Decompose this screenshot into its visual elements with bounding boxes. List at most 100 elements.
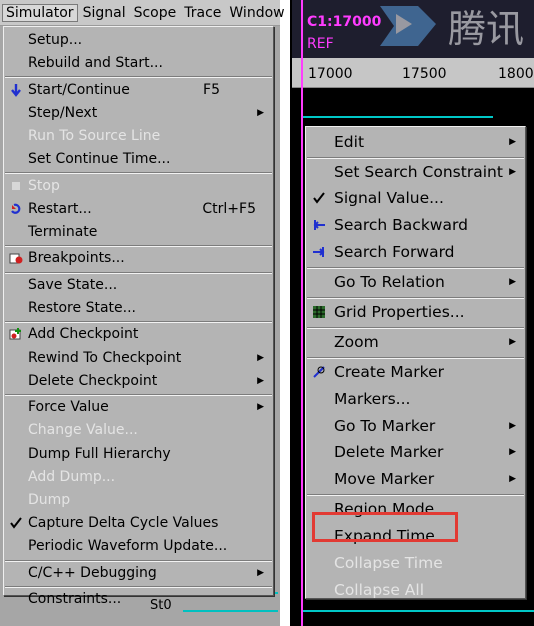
simulator-menu: Setup... Rebuild and Start... Start/Contin… [3, 26, 274, 607]
grid-icon [311, 304, 327, 320]
menu-item-label: Move Marker [334, 470, 435, 489]
menu-item-label: Go To Marker [334, 416, 436, 435]
menu-item-periodic-waveform-update[interactable]: Periodic Waveform Update... [4, 535, 273, 557]
submenu-arrow-icon: ▶ [257, 107, 264, 118]
menu-item-add-checkpoint[interactable]: Add Checkpoint [4, 323, 273, 345]
menu-item-restart[interactable]: Restart... Ctrl+F5 [4, 198, 273, 220]
menu-item-delete-marker[interactable]: Delete Marker ▶ [306, 440, 525, 465]
menu-item-dump-full-hierarchy[interactable]: Dump Full Hierarchy [4, 443, 273, 465]
search-forward-icon [311, 244, 327, 260]
menubar-trace[interactable]: Trace [181, 5, 224, 21]
menu-item-rewind-to-checkpoint[interactable]: Rewind To Checkpoint ▶ [4, 347, 273, 369]
submenu-arrow-icon: ▶ [509, 420, 516, 431]
menu-item-breakpoints[interactable]: Breakpoints... [4, 247, 273, 269]
submenu-arrow-icon: ▶ [509, 166, 516, 177]
cursor-label: C1:17000 [307, 14, 382, 30]
menu-item-go-to-marker[interactable]: Go To Marker ▶ [306, 413, 525, 438]
menu-item-delete-checkpoint[interactable]: Delete Checkpoint ▶ [4, 370, 273, 392]
ruler-tick: 17500 [402, 66, 447, 82]
menu-item-label: Restart... [28, 200, 92, 217]
menu-item-label: Periodic Waveform Update... [28, 538, 228, 555]
menu-item-label: Collapse Time [334, 553, 443, 572]
menu-item-label: Setup... [28, 32, 83, 48]
menu-item-label: Constraints... [28, 591, 122, 608]
submenu-arrow-icon: ▶ [509, 136, 516, 147]
menu-item-label: Search Backward [334, 216, 468, 235]
menu-item-label: Signal Value... [334, 189, 444, 208]
menu-item-label: Start/Continue [28, 81, 130, 98]
menu-item-collapse-all: Collapse All [306, 577, 525, 602]
menu-item-label: Breakpoints... [28, 250, 125, 267]
search-backward-icon [311, 217, 327, 233]
menubar-window[interactable]: Window [226, 5, 287, 21]
checkmark-icon [311, 190, 327, 206]
submenu-arrow-icon: ▶ [509, 276, 516, 287]
time-ruler[interactable]: 17000 17500 1800 [292, 58, 534, 88]
menu-item-signal-value[interactable]: Signal Value... [306, 186, 525, 211]
menu-item-step-next[interactable]: Step/Next ▶ [4, 102, 273, 124]
submenu-arrow-icon: ▶ [257, 567, 264, 578]
menu-item-collapse-time: Collapse Time [306, 550, 525, 575]
menu-item-start-continue[interactable]: Start/Continue F5 [4, 79, 273, 101]
menu-item-label: Grid Properties... [334, 302, 465, 321]
menubar-signal[interactable]: Signal [80, 5, 129, 21]
menu-item-markers[interactable]: Markers... [306, 386, 525, 411]
menubar-simulator[interactable]: Simulator [2, 3, 78, 22]
menu-item-terminate[interactable]: Terminate [4, 221, 273, 243]
menu-item-constraints[interactable]: Constraints... [4, 588, 273, 610]
menu-item-label: Rebuild and Start... [28, 55, 163, 72]
waveform-line [303, 610, 534, 612]
menu-item-label: Add Checkpoint [28, 326, 139, 343]
menu-item-zoom[interactable]: Zoom ▶ [306, 329, 525, 354]
menu-item-go-to-relation[interactable]: Go To Relation ▶ [306, 269, 525, 294]
menu-item-force-value[interactable]: Force Value ▶ [4, 396, 273, 418]
menu-item-label: Delete Checkpoint [28, 372, 158, 389]
menu-item-label: Change Value... [28, 422, 138, 439]
screen: St0 Simulator Signal Scope Trace Window C1:1… [0, 0, 534, 626]
submenu-arrow-icon: ▶ [257, 352, 264, 363]
checkpoint-icon [8, 326, 24, 342]
highlight-box [312, 512, 458, 542]
menubar-scope[interactable]: Scope [131, 5, 180, 21]
menu-item-move-marker[interactable]: Move Marker ▶ [306, 467, 525, 492]
menu-item-setup[interactable]: Setup... [4, 29, 273, 51]
ref-label: REF [307, 36, 334, 52]
menu-item-label: Go To Relation [334, 272, 445, 291]
menu-item-rebuild-and-start[interactable]: Rebuild and Start... [4, 52, 273, 74]
menu-item-search-forward[interactable]: Search Forward [306, 239, 525, 264]
menu-item-create-marker[interactable]: Create Marker [306, 359, 525, 384]
menu-item-label: Collapse All [334, 580, 425, 599]
menu-item-label: Markers... [334, 389, 411, 408]
menu-item-dump: Dump [4, 489, 273, 511]
menu-item-search-backward[interactable]: Search Backward [306, 213, 525, 238]
menu-item-label: Create Marker [334, 362, 445, 381]
menu-item-label: Stop [28, 177, 60, 194]
restart-icon [8, 201, 24, 217]
menu-item-label: C/C++ Debugging [28, 564, 157, 581]
menu-item-set-search-constraint[interactable]: Set Search Constraint ▶ [306, 159, 525, 184]
menu-item-c-c-debugging[interactable]: C/C++ Debugging ▶ [4, 562, 273, 584]
menu-item-capture-delta-cycle-values[interactable]: Capture Delta Cycle Values [4, 512, 273, 534]
menu-item-label: Set Continue Time... [28, 151, 171, 168]
menu-item-label: Edit [334, 132, 365, 151]
marker-icon [311, 364, 327, 380]
menu-item-label: Rewind To Checkpoint [28, 349, 182, 366]
menu-item-set-continue-time[interactable]: Set Continue Time... [4, 148, 273, 170]
menu-item-label: Restore State... [28, 300, 136, 316]
menu-item-label: Save State... [28, 276, 118, 293]
menu-item-label: Search Forward [334, 242, 455, 261]
menu-item-label: Set Search Constraint [334, 162, 503, 181]
menu-bar: Simulator Signal Scope Trace Window [0, 0, 285, 26]
menu-item-label: Run To Source Line [28, 128, 161, 144]
menu-item-restore-state[interactable]: Restore State... [4, 297, 273, 319]
shortcut-label: Ctrl+F5 [202, 200, 256, 217]
menu-item-grid-properties[interactable]: Grid Properties... [306, 299, 525, 324]
waveform-line [303, 116, 493, 118]
waveform-line [183, 610, 278, 612]
menu-item-stop: Stop [4, 175, 273, 197]
menu-item-label: Dump [28, 492, 71, 508]
menu-item-edit[interactable]: Edit ▶ [306, 129, 525, 154]
cursor-line[interactable] [301, 0, 303, 626]
menu-item-save-state[interactable]: Save State... [4, 274, 273, 296]
stop-icon [8, 178, 24, 194]
